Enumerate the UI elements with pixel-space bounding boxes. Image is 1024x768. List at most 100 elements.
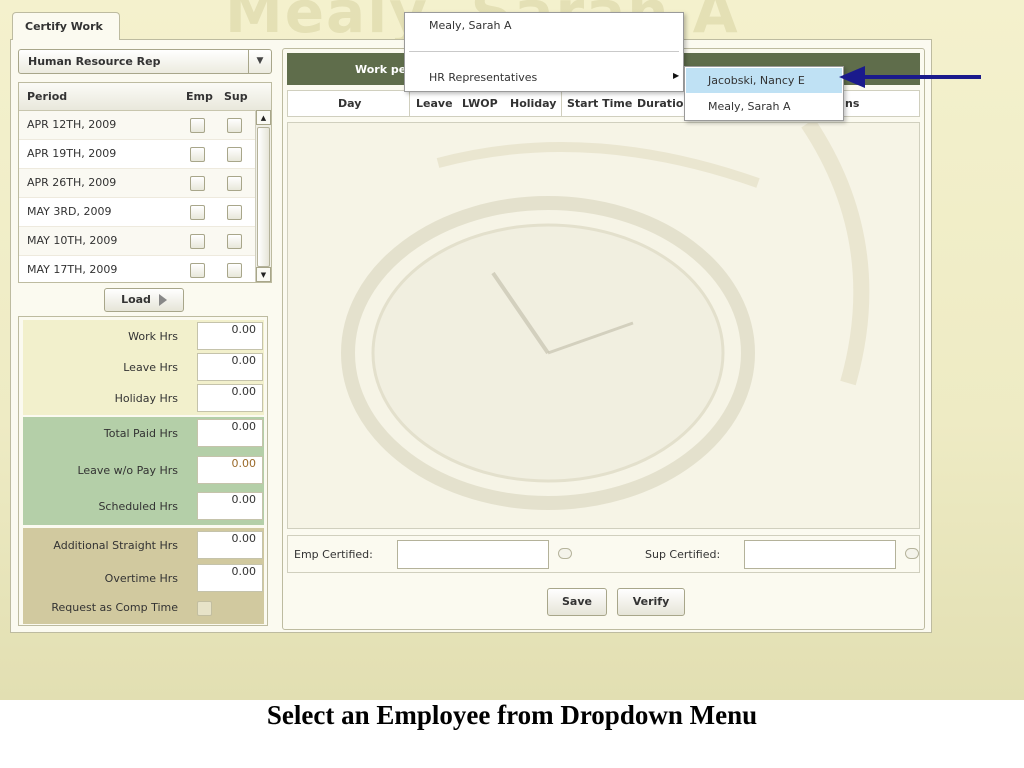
holiday-hrs-field[interactable]: 0.00: [197, 384, 263, 412]
period-date: MAY 10TH, 2009: [27, 234, 118, 247]
save-button[interactable]: Save: [547, 588, 607, 616]
verify-button[interactable]: Verify: [617, 588, 685, 616]
submenu-arrow-icon: ▶: [673, 71, 680, 80]
column-header-sup[interactable]: Sup: [224, 90, 248, 103]
leave-hrs-label: Leave Hrs: [123, 361, 178, 374]
lwop-hrs-label: Leave w/o Pay Hrs: [77, 464, 178, 477]
column-divider: [561, 91, 562, 116]
work-period-title: Work pe: [355, 63, 407, 76]
lwop-hrs-field[interactable]: 0.00: [197, 456, 263, 484]
employee-dropdown-menu: Mealy, Sarah A HR Representatives ▶: [404, 12, 684, 92]
screenshot-area: Mealy, Sarah A Certify Work Human Resour…: [0, 0, 1024, 700]
work-period-panel: Work pe Day Leave LWOP Holiday Start Tim…: [282, 48, 925, 630]
total-paid-hrs-row: Total Paid Hrs 0.00: [23, 418, 264, 448]
tab-certify-work[interactable]: Certify Work: [12, 12, 120, 40]
comment-bubble-icon[interactable]: [905, 548, 919, 559]
role-select[interactable]: Human Resource Rep ▼: [18, 49, 272, 74]
sup-checkbox[interactable]: [227, 263, 242, 278]
period-date: MAY 3RD, 2009: [27, 205, 112, 218]
table-row[interactable]: MAY 17TH, 2009: [19, 256, 255, 282]
annotation-arrow-icon: [839, 66, 981, 88]
emp-certified-field[interactable]: [397, 540, 549, 569]
column-header-holiday[interactable]: Holiday: [510, 97, 556, 110]
period-date: MAY 17TH, 2009: [27, 263, 118, 276]
sup-checkbox[interactable]: [227, 176, 242, 191]
leave-hrs-row: Leave Hrs 0.00: [23, 352, 264, 382]
emp-checkbox[interactable]: [190, 176, 205, 191]
menu-separator: [409, 51, 679, 53]
work-hrs-field[interactable]: 0.00: [197, 322, 263, 350]
role-select-value: Human Resource Rep: [28, 55, 161, 68]
hours-section-additional: Additional Straight Hrs 0.00 Overtime Hr…: [23, 528, 264, 624]
sup-checkbox[interactable]: [227, 147, 242, 162]
table-row[interactable]: MAY 10TH, 2009: [19, 227, 255, 256]
table-row[interactable]: APR 12TH, 2009: [19, 111, 255, 140]
period-date: APR 12TH, 2009: [27, 118, 117, 131]
column-header-day[interactable]: Day: [338, 97, 361, 110]
column-header-period[interactable]: Period: [27, 90, 67, 103]
comment-bubble-icon[interactable]: [558, 548, 572, 559]
additional-straight-hrs-label: Additional Straight Hrs: [53, 539, 178, 552]
menu-item-label: HR Representatives: [429, 71, 538, 84]
sup-checkbox[interactable]: [227, 205, 242, 220]
main-panel: Human Resource Rep ▼ Period Emp Sup APR …: [10, 39, 932, 633]
column-header-emp[interactable]: Emp: [186, 90, 213, 103]
menu-item-hr-representatives[interactable]: HR Representatives ▶: [405, 67, 683, 89]
additional-straight-hrs-row: Additional Straight Hrs 0.00: [23, 530, 264, 560]
menu-item-current-employee[interactable]: Mealy, Sarah A: [429, 19, 512, 32]
column-header-partial[interactable]: ns: [845, 97, 859, 110]
total-paid-hrs-label: Total Paid Hrs: [103, 427, 178, 440]
hours-section-basic: Work Hrs 0.00 Leave Hrs 0.00 Holiday Hrs…: [23, 320, 264, 415]
total-paid-hrs-field[interactable]: 0.00: [197, 419, 263, 447]
work-hrs-row: Work Hrs 0.00: [23, 321, 264, 351]
comp-time-checkbox[interactable]: [197, 601, 212, 616]
scroll-up-arrow-icon[interactable]: ▲: [256, 110, 271, 125]
chevron-down-icon[interactable]: ▼: [248, 50, 271, 73]
hours-summary-panel: Work Hrs 0.00 Leave Hrs 0.00 Holiday Hrs…: [18, 316, 268, 626]
column-header-lwop[interactable]: LWOP: [462, 97, 498, 110]
table-row[interactable]: MAY 3RD, 2009: [19, 198, 255, 227]
load-button[interactable]: Load: [104, 288, 184, 312]
sup-certified-label: Sup Certified:: [645, 548, 721, 561]
sup-certified-field[interactable]: [744, 540, 896, 569]
slide-caption: Select an Employee from Dropdown Menu: [266, 700, 758, 730]
menu-item-mealy[interactable]: Mealy, Sarah A: [708, 100, 791, 113]
scroll-down-arrow-icon[interactable]: ▼: [256, 267, 271, 282]
scheduled-hrs-label: Scheduled Hrs: [98, 500, 178, 513]
emp-checkbox[interactable]: [190, 205, 205, 220]
sup-checkbox[interactable]: [227, 234, 242, 249]
scheduled-hrs-row: Scheduled Hrs 0.00: [23, 491, 264, 521]
scrollbar-thumb[interactable]: [257, 127, 270, 267]
period-table-scrollbar[interactable]: ▲ ▼: [255, 110, 271, 282]
column-header-leave[interactable]: Leave: [416, 97, 453, 110]
comp-time-label: Request as Comp Time: [51, 601, 178, 614]
play-arrow-icon: [158, 294, 167, 306]
overtime-hrs-row: Overtime Hrs 0.00: [23, 563, 264, 593]
period-table: Period Emp Sup APR 12TH, 2009 APR 19TH, …: [18, 82, 272, 283]
table-row[interactable]: APR 26TH, 2009: [19, 169, 255, 198]
sup-checkbox[interactable]: [227, 118, 242, 133]
emp-checkbox[interactable]: [190, 147, 205, 162]
emp-checkbox[interactable]: [190, 118, 205, 133]
column-divider: [409, 91, 410, 116]
work-hrs-label: Work Hrs: [128, 330, 178, 343]
scheduled-hrs-field[interactable]: 0.00: [197, 492, 263, 520]
comp-time-row: Request as Comp Time: [23, 592, 264, 622]
emp-checkbox[interactable]: [190, 263, 205, 278]
work-table-body: [287, 122, 920, 529]
overtime-hrs-label: Overtime Hrs: [104, 572, 178, 585]
leave-hrs-field[interactable]: 0.00: [197, 353, 263, 381]
hours-section-totals: Total Paid Hrs 0.00 Leave w/o Pay Hrs 0.…: [23, 417, 264, 525]
table-row[interactable]: APR 19TH, 2009: [19, 140, 255, 169]
column-header-start-time[interactable]: Start Time: [567, 97, 632, 110]
additional-straight-hrs-field[interactable]: 0.00: [197, 531, 263, 559]
menu-item-jacobski[interactable]: Jacobski, Nancy E: [708, 74, 805, 87]
period-table-header: Period Emp Sup: [19, 83, 271, 111]
overtime-hrs-field[interactable]: 0.00: [197, 564, 263, 592]
period-date: APR 19TH, 2009: [27, 147, 117, 160]
pocket-watch-background-icon: [341, 123, 870, 510]
period-date: APR 26TH, 2009: [27, 176, 117, 189]
emp-checkbox[interactable]: [190, 234, 205, 249]
lwop-hrs-row: Leave w/o Pay Hrs 0.00: [23, 455, 264, 485]
hr-representatives-submenu: Jacobski, Nancy E Mealy, Sarah A: [684, 66, 844, 121]
